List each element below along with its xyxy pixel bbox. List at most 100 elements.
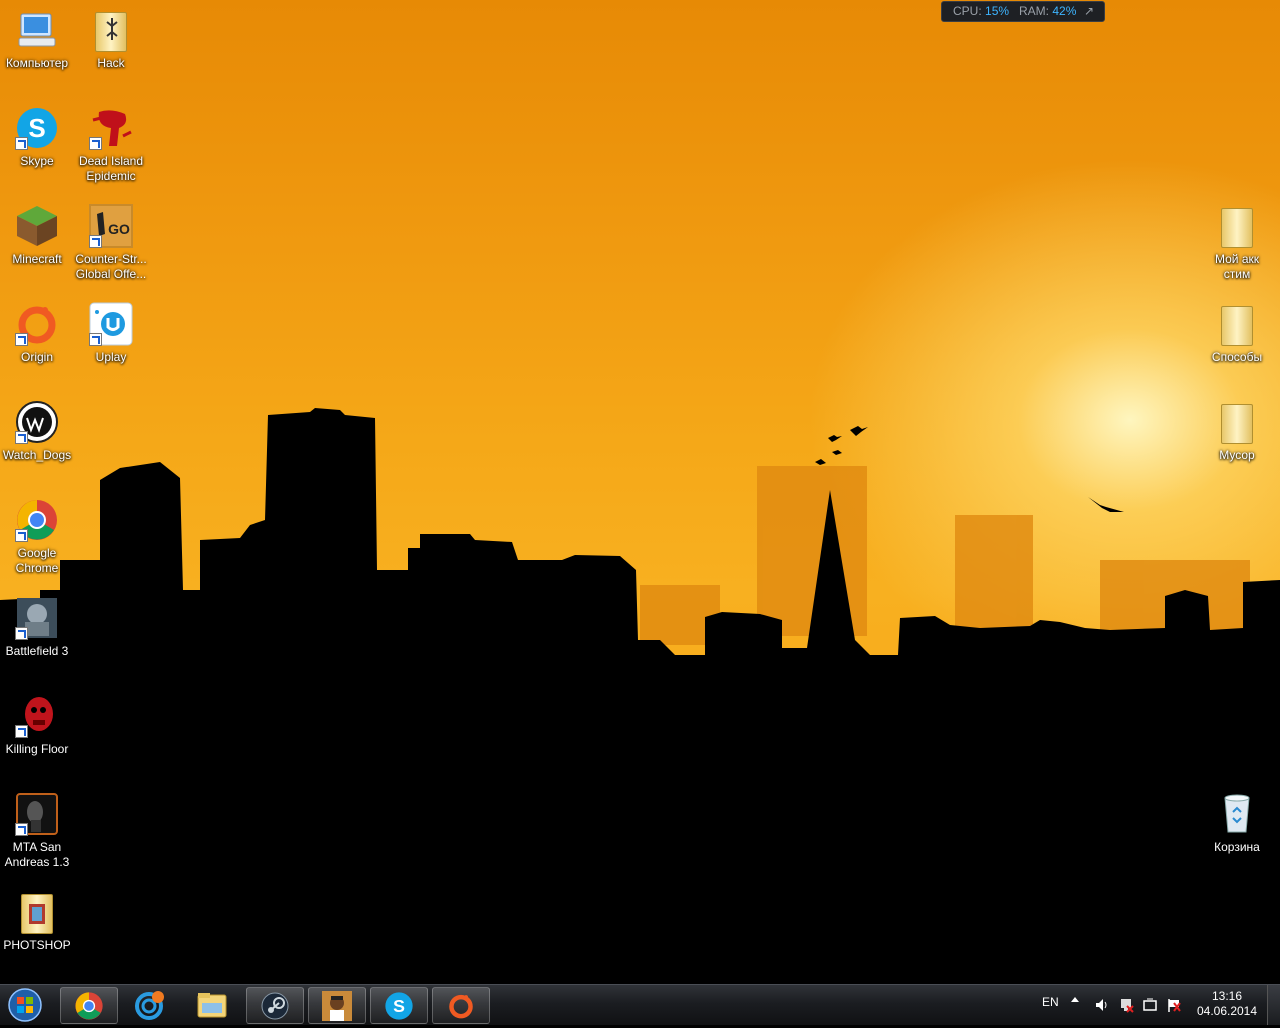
show-desktop-button[interactable] xyxy=(1267,985,1280,1025)
steam-icon xyxy=(261,992,289,1019)
folder-icon xyxy=(1215,204,1259,248)
desktop-icon-dead-island[interactable]: Dead Island Epidemic xyxy=(73,106,149,184)
icon-label: Способы xyxy=(1211,350,1263,364)
computer-icon xyxy=(15,8,59,52)
origin-icon xyxy=(15,302,59,346)
clock-time: 13:16 xyxy=(1211,989,1243,1003)
icon-label: Minecraft xyxy=(12,252,62,266)
shortcut-arrow-icon xyxy=(89,333,102,346)
icon-label: Google Chrome xyxy=(15,546,59,575)
icon-label: Uplay xyxy=(95,350,127,364)
ccleaner-icon xyxy=(135,990,164,1020)
icon-label: Hack xyxy=(97,56,125,70)
icon-label: Мой акк стим xyxy=(1214,252,1259,281)
killing-floor-icon xyxy=(15,694,59,738)
chrome-icon xyxy=(15,498,59,542)
shortcut-arrow-icon xyxy=(15,823,28,836)
icon-label: Dead Island Epidemic xyxy=(78,154,144,183)
flag-icon[interactable] xyxy=(1166,997,1182,1013)
dead-island-icon xyxy=(89,106,133,150)
show-hidden-icons-icon[interactable] xyxy=(1071,997,1079,1002)
desktop-icon-uplay[interactable]: Uplay xyxy=(73,302,149,365)
desktop: Компьютер S Skype Minecraft Origin Watch… xyxy=(0,0,1280,984)
gta-icon xyxy=(322,990,352,1021)
desktop-icon-killing-floor[interactable]: Killing Floor xyxy=(0,694,75,757)
desktop-icon-watch-dogs[interactable]: Watch_Dogs xyxy=(0,400,75,463)
taskbar-btn-chrome[interactable] xyxy=(60,987,118,1024)
recycle-bin-icon xyxy=(1215,792,1259,836)
cpu-readout: CPU: 15% xyxy=(953,2,1009,21)
icon-label: Watch_Dogs xyxy=(2,448,72,462)
skype-icon: S xyxy=(15,106,59,150)
mta-icon xyxy=(15,792,59,836)
icon-label: Killing Floor xyxy=(5,742,69,756)
desktop-icon-moy-akk-stim[interactable]: Мой акк стим xyxy=(1199,204,1275,282)
desktop-icon-minecraft[interactable]: Minecraft xyxy=(0,204,75,267)
start-button[interactable] xyxy=(5,987,45,1023)
taskbar-btn-explorer[interactable] xyxy=(184,987,240,1022)
language-indicator[interactable]: EN xyxy=(1042,995,1059,1009)
wallpaper-skyline xyxy=(0,408,1280,984)
minecraft-icon xyxy=(15,204,59,248)
folder-icon xyxy=(1215,400,1259,444)
icon-label: MTA San Andreas 1.3 xyxy=(4,840,70,869)
desktop-icon-computer[interactable]: Компьютер xyxy=(0,8,75,71)
svg-text:S: S xyxy=(393,996,405,1016)
ram-readout: RAM: 42% xyxy=(1019,2,1076,21)
desktop-icon-origin[interactable]: Origin xyxy=(0,302,75,365)
desktop-icon-csgo[interactable]: GO Counter-Str... Global Offe... xyxy=(73,204,149,282)
csgo-icon: GO xyxy=(89,204,133,248)
icon-label: Корзина xyxy=(1214,840,1260,854)
explorer-icon xyxy=(197,992,227,1017)
watch-dogs-icon xyxy=(15,400,59,444)
taskbar-btn-gta[interactable] xyxy=(308,987,366,1024)
icon-label: Компьютер xyxy=(5,56,69,70)
clock-date: 04.06.2014 xyxy=(1196,1004,1258,1018)
desktop-icon-recycle-bin[interactable]: Корзина xyxy=(1199,792,1275,855)
uplay-icon xyxy=(89,302,133,346)
clock[interactable]: 13:16 04.06.2014 xyxy=(1192,989,1262,1019)
cpu-value: 15% xyxy=(985,4,1010,18)
shortcut-arrow-icon xyxy=(15,529,28,542)
desktop-icon-sposoby[interactable]: Способы xyxy=(1199,302,1275,365)
ram-label: RAM: xyxy=(1019,4,1049,18)
desktop-icon-skype[interactable]: S Skype xyxy=(0,106,75,169)
taskbar-btn-ccleaner[interactable] xyxy=(122,987,178,1022)
origin-icon xyxy=(449,994,473,1018)
action-center-icon[interactable] xyxy=(1142,997,1158,1013)
skype-icon: S xyxy=(385,991,413,1020)
taskbar-btn-skype[interactable]: S xyxy=(370,987,428,1024)
external-arrow-icon[interactable]: ↗ xyxy=(1084,2,1094,21)
folder-icon xyxy=(15,890,59,934)
desktop-icon-musor[interactable]: Мусор xyxy=(1199,400,1275,463)
shortcut-arrow-icon xyxy=(15,333,28,346)
desktop-icon-photshop[interactable]: PHOTSHOP xyxy=(0,890,75,953)
folder-icon xyxy=(1215,302,1259,346)
taskbar: S EN 13:16 04.06.2014 xyxy=(0,984,1280,1025)
shortcut-arrow-icon xyxy=(15,725,28,738)
icon-label: Battlefield 3 xyxy=(5,644,69,658)
desktop-icon-battlefield[interactable]: Battlefield 3 xyxy=(0,596,75,659)
icon-label: Skype xyxy=(20,154,54,168)
taskbar-btn-steam[interactable] xyxy=(246,987,304,1024)
icon-label: Origin xyxy=(20,350,53,364)
svg-text:GO: GO xyxy=(108,221,130,237)
icon-label: Мусор xyxy=(1219,448,1255,462)
shortcut-arrow-icon xyxy=(15,431,28,444)
chrome-icon xyxy=(75,991,103,1020)
icon-label: PHOTSHOP xyxy=(3,938,71,952)
shortcut-arrow-icon xyxy=(15,137,28,150)
volume-icon[interactable] xyxy=(1094,997,1110,1013)
taskbar-btn-origin[interactable] xyxy=(432,987,490,1024)
svg-text:S: S xyxy=(28,113,45,143)
system-monitor-widget[interactable]: CPU: 15% RAM: 42% ↗ xyxy=(941,1,1105,22)
shortcut-arrow-icon xyxy=(89,235,102,248)
shortcut-arrow-icon xyxy=(15,627,28,640)
shortcut-arrow-icon xyxy=(89,137,102,150)
battlefield-icon xyxy=(15,596,59,640)
desktop-icon-mta[interactable]: MTA San Andreas 1.3 xyxy=(0,792,75,870)
desktop-icon-hack[interactable]: Hack xyxy=(73,8,149,71)
network-icon[interactable] xyxy=(1118,997,1134,1013)
ram-value: 42% xyxy=(1052,4,1077,18)
desktop-icon-chrome[interactable]: Google Chrome xyxy=(0,498,75,576)
